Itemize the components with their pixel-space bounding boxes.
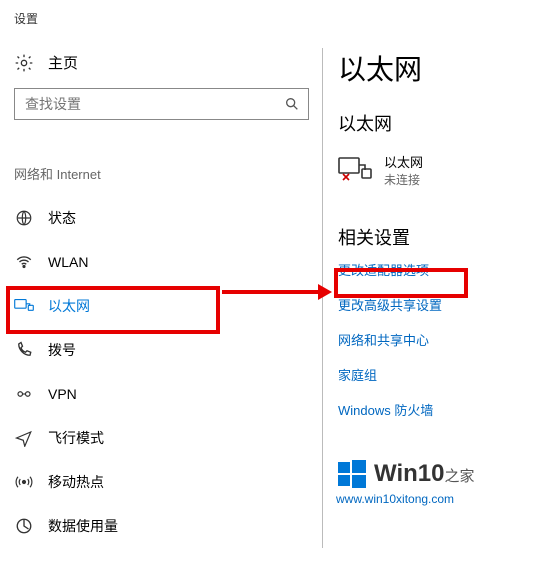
- nav-item-vpn[interactable]: VPN: [0, 372, 322, 416]
- link-network-center[interactable]: 网络和共享中心: [338, 330, 548, 349]
- settings-left-pane: 设置 主页 网络和 Internet 状态: [0, 0, 322, 563]
- windows-logo-icon: [336, 458, 368, 490]
- section-header: 网络和 Internet: [14, 164, 101, 183]
- nav-item-status[interactable]: 状态: [0, 196, 322, 240]
- settings-right-pane: 以太网 以太网 以太网 未连接 相关设置 更改适配器选项 更改高级共享设置 网络…: [338, 0, 548, 419]
- nav-label: 飞行模式: [48, 428, 104, 448]
- nav-item-hotspot[interactable]: 移动热点: [0, 460, 322, 504]
- nav-item-airplane[interactable]: 飞行模式: [0, 416, 322, 460]
- nav-label: 拨号: [48, 340, 76, 360]
- ethernet-device-icon: [338, 157, 372, 183]
- gear-icon: [14, 53, 34, 73]
- ethernet-icon: [14, 298, 34, 314]
- vpn-icon: [14, 385, 34, 403]
- nav-label: VPN: [48, 386, 77, 402]
- watermark-url: www.win10xitong.com: [336, 492, 541, 506]
- app-title: 设置: [14, 10, 38, 27]
- nav-list: 状态 WLAN 以太网 拨号 VPN: [0, 196, 322, 548]
- dialup-icon: [14, 341, 34, 359]
- nav-item-dialup[interactable]: 拨号: [0, 328, 322, 372]
- search-box[interactable]: [14, 88, 309, 120]
- subsection-title: 以太网: [338, 110, 548, 136]
- watermark-suffix: 之家: [444, 465, 474, 486]
- nav-item-wlan[interactable]: WLAN: [0, 240, 322, 284]
- related-settings-title: 相关设置: [338, 224, 548, 250]
- search-icon: [276, 96, 308, 112]
- ethernet-device[interactable]: 以太网 未连接: [338, 152, 548, 188]
- home-label: 主页: [48, 52, 78, 73]
- link-advanced-sharing[interactable]: 更改高级共享设置: [338, 295, 548, 314]
- home-nav[interactable]: 主页: [14, 52, 78, 73]
- annotation-arrow: [222, 284, 332, 300]
- nav-item-datausage[interactable]: 数据使用量: [0, 504, 322, 548]
- nav-label: 状态: [48, 208, 76, 228]
- link-adapter-options[interactable]: 更改适配器选项: [338, 260, 548, 279]
- device-status: 未连接: [384, 171, 423, 188]
- nav-label: 数据使用量: [48, 516, 118, 536]
- watermark-title: Win10: [374, 460, 444, 488]
- related-links: 更改适配器选项 更改高级共享设置 网络和共享中心 家庭组 Windows 防火墙: [338, 260, 548, 419]
- wifi-icon: [14, 253, 34, 271]
- nav-label: WLAN: [48, 254, 88, 270]
- link-homegroup[interactable]: 家庭组: [338, 365, 548, 384]
- status-icon: [14, 209, 34, 227]
- airplane-icon: [14, 429, 34, 447]
- nav-label: 移动热点: [48, 472, 104, 492]
- link-firewall[interactable]: Windows 防火墙: [338, 400, 548, 419]
- watermark: Win10 之家 www.win10xitong.com: [336, 458, 541, 506]
- hotspot-icon: [14, 473, 34, 491]
- datausage-icon: [14, 517, 34, 535]
- search-input[interactable]: [15, 96, 276, 112]
- page-title: 以太网: [338, 48, 548, 88]
- device-name: 以太网: [384, 152, 423, 171]
- nav-label: 以太网: [48, 296, 90, 316]
